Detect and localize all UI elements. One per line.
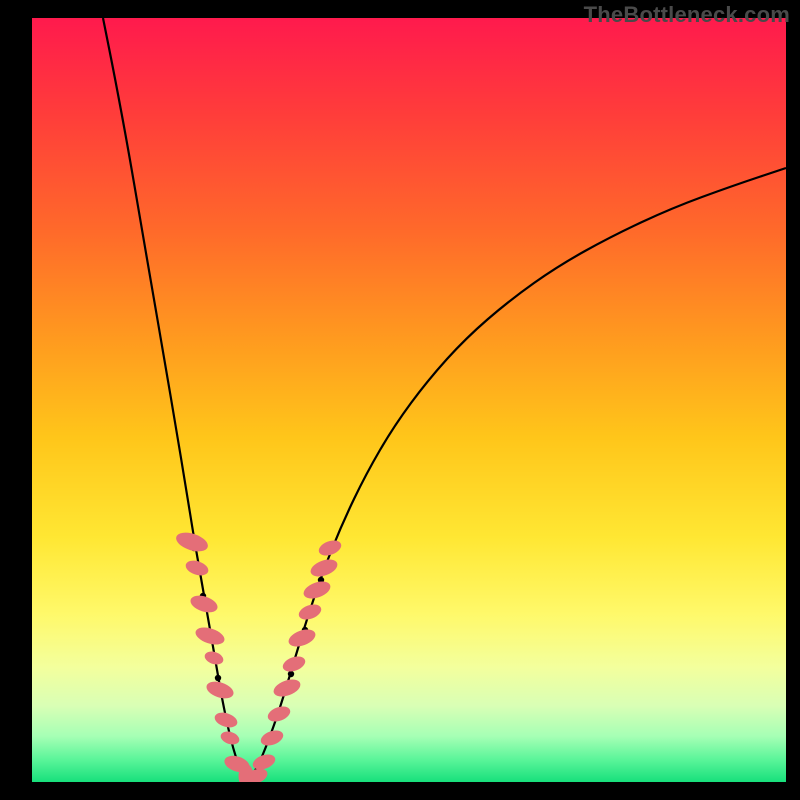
curve-sample-dot bbox=[288, 671, 294, 677]
chart-frame: TheBottleneck.com bbox=[0, 0, 800, 800]
data-marker bbox=[203, 649, 225, 666]
data-marker bbox=[266, 704, 293, 725]
curve-sample-dot bbox=[215, 675, 221, 681]
left-curve bbox=[103, 18, 248, 782]
plot-area bbox=[32, 18, 786, 782]
data-marker bbox=[219, 729, 241, 746]
data-marker bbox=[281, 654, 308, 675]
curve-group bbox=[103, 18, 786, 782]
watermark-text: TheBottleneck.com bbox=[584, 2, 790, 28]
data-marker bbox=[271, 676, 302, 700]
pink-clusters bbox=[174, 529, 344, 782]
data-marker bbox=[297, 602, 324, 623]
right-curve bbox=[248, 168, 786, 782]
data-marker bbox=[308, 556, 339, 580]
data-marker bbox=[301, 578, 332, 602]
data-marker bbox=[174, 529, 210, 555]
chart-svg bbox=[32, 18, 786, 782]
